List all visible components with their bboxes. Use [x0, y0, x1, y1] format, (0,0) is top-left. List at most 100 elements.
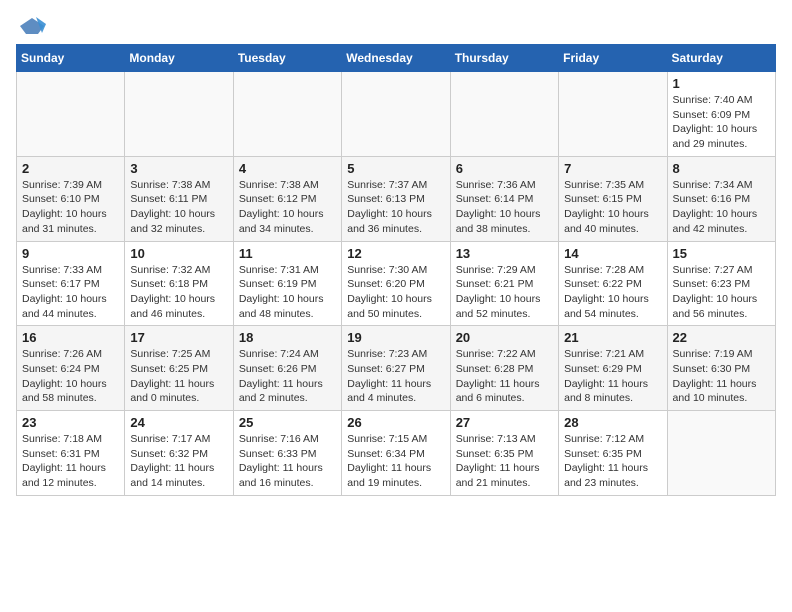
calendar-cell: 8Sunrise: 7:34 AM Sunset: 6:16 PM Daylig…: [667, 156, 775, 241]
day-number: 18: [239, 330, 336, 345]
calendar-cell: 2Sunrise: 7:39 AM Sunset: 6:10 PM Daylig…: [17, 156, 125, 241]
day-info: Sunrise: 7:12 AM Sunset: 6:35 PM Dayligh…: [564, 432, 661, 491]
calendar-cell: 18 Sunrise: 7:24 AM Sunset: 6:26 PM Dayli…: [233, 326, 341, 411]
weekday-header-saturday: Saturday: [667, 45, 775, 72]
calendar-cell: 25Sunrise: 7:16 AM Sunset: 6:33 PM Dayli…: [233, 411, 341, 496]
day-number: 25: [239, 415, 336, 430]
day-number: 10: [130, 246, 227, 261]
day-number: 3: [130, 161, 227, 176]
day-number: 1: [673, 76, 770, 91]
day-info: Sunrise: 7:15 AM Sunset: 6:34 PM Dayligh…: [347, 432, 444, 491]
calendar-week-row: 2Sunrise: 7:39 AM Sunset: 6:10 PM Daylig…: [17, 156, 776, 241]
day-number: 23: [22, 415, 119, 430]
day-info: Sunrise: 7:25 AM Sunset: 6:25 PM Dayligh…: [130, 347, 227, 406]
day-info: Sunrise: 7:37 AM Sunset: 6:13 PM Dayligh…: [347, 178, 444, 237]
calendar-cell: 19 Sunrise: 7:23 AM Sunset: 6:27 PM Dayli…: [342, 326, 450, 411]
day-info: Sunrise: 7:13 AM Sunset: 6:35 PM Dayligh…: [456, 432, 553, 491]
day-info: Sunrise: 7:40 AM Sunset: 6:09 PM Dayligh…: [673, 93, 770, 152]
day-info: Sunrise: 7:28 AM Sunset: 6:22 PM Dayligh…: [564, 263, 661, 322]
day-info: Sunrise: 7:18 AM Sunset: 6:31 PM Dayligh…: [22, 432, 119, 491]
day-number: 19: [347, 330, 444, 345]
calendar-cell: [125, 72, 233, 157]
weekday-header-friday: Friday: [559, 45, 667, 72]
page-header: [16, 16, 776, 36]
calendar-cell: 15 Sunrise: 7:27 AM Sunset: 6:23 PM Dayli…: [667, 241, 775, 326]
day-number: 2: [22, 161, 119, 176]
day-number: 14: [564, 246, 661, 261]
calendar-cell: 28 Sunrise: 7:12 AM Sunset: 6:35 PM Dayli…: [559, 411, 667, 496]
calendar-cell: 20 Sunrise: 7:22 AM Sunset: 6:28 PM Dayli…: [450, 326, 558, 411]
weekday-header-monday: Monday: [125, 45, 233, 72]
weekday-header-wednesday: Wednesday: [342, 45, 450, 72]
day-info: Sunrise: 7:29 AM Sunset: 6:21 PM Dayligh…: [456, 263, 553, 322]
calendar-cell: 6 Sunrise: 7:36 AM Sunset: 6:14 PM Daylig…: [450, 156, 558, 241]
weekday-header-row: SundayMondayTuesdayWednesdayThursdayFrid…: [17, 45, 776, 72]
calendar-cell: [559, 72, 667, 157]
calendar-week-row: 1 Sunrise: 7:40 AM Sunset: 6:09 PM Daylig…: [17, 72, 776, 157]
day-info: Sunrise: 7:17 AM Sunset: 6:32 PM Dayligh…: [130, 432, 227, 491]
calendar-cell: 10 Sunrise: 7:32 AM Sunset: 6:18 PM Dayli…: [125, 241, 233, 326]
day-number: 28: [564, 415, 661, 430]
day-number: 17: [130, 330, 227, 345]
calendar-cell: 17 Sunrise: 7:25 AM Sunset: 6:25 PM Dayli…: [125, 326, 233, 411]
calendar-cell: 24Sunrise: 7:17 AM Sunset: 6:32 PM Dayli…: [125, 411, 233, 496]
calendar-cell: 26 Sunrise: 7:15 AM Sunset: 6:34 PM Dayli…: [342, 411, 450, 496]
day-number: 7: [564, 161, 661, 176]
calendar-cell: 5 Sunrise: 7:37 AM Sunset: 6:13 PM Daylig…: [342, 156, 450, 241]
calendar-cell: [17, 72, 125, 157]
calendar-cell: 21 Sunrise: 7:21 AM Sunset: 6:29 PM Dayli…: [559, 326, 667, 411]
weekday-header-sunday: Sunday: [17, 45, 125, 72]
day-number: 16: [22, 330, 119, 345]
day-info: Sunrise: 7:32 AM Sunset: 6:18 PM Dayligh…: [130, 263, 227, 322]
calendar-cell: 1 Sunrise: 7:40 AM Sunset: 6:09 PM Daylig…: [667, 72, 775, 157]
calendar-cell: 13Sunrise: 7:29 AM Sunset: 6:21 PM Dayli…: [450, 241, 558, 326]
calendar-cell: [233, 72, 341, 157]
calendar-cell: [450, 72, 558, 157]
day-info: Sunrise: 7:21 AM Sunset: 6:29 PM Dayligh…: [564, 347, 661, 406]
calendar-cell: 3 Sunrise: 7:38 AM Sunset: 6:11 PM Daylig…: [125, 156, 233, 241]
day-number: 11: [239, 246, 336, 261]
day-info: Sunrise: 7:23 AM Sunset: 6:27 PM Dayligh…: [347, 347, 444, 406]
calendar-cell: 11 Sunrise: 7:31 AM Sunset: 6:19 PM Dayli…: [233, 241, 341, 326]
day-number: 26: [347, 415, 444, 430]
calendar-cell: 23 Sunrise: 7:18 AM Sunset: 6:31 PM Dayli…: [17, 411, 125, 496]
logo: [16, 16, 46, 36]
day-number: 5: [347, 161, 444, 176]
calendar-cell: 4 Sunrise: 7:38 AM Sunset: 6:12 PM Daylig…: [233, 156, 341, 241]
calendar-cell: [342, 72, 450, 157]
calendar-week-row: 16 Sunrise: 7:26 AM Sunset: 6:24 PM Dayli…: [17, 326, 776, 411]
calendar-cell: 14 Sunrise: 7:28 AM Sunset: 6:22 PM Dayli…: [559, 241, 667, 326]
weekday-header-thursday: Thursday: [450, 45, 558, 72]
calendar-cell: 9 Sunrise: 7:33 AM Sunset: 6:17 PM Daylig…: [17, 241, 125, 326]
calendar-table: SundayMondayTuesdayWednesdayThursdayFrid…: [16, 44, 776, 496]
day-info: Sunrise: 7:26 AM Sunset: 6:24 PM Dayligh…: [22, 347, 119, 406]
day-info: Sunrise: 7:19 AM Sunset: 6:30 PM Dayligh…: [673, 347, 770, 406]
day-info: Sunrise: 7:22 AM Sunset: 6:28 PM Dayligh…: [456, 347, 553, 406]
day-info: Sunrise: 7:30 AM Sunset: 6:20 PM Dayligh…: [347, 263, 444, 322]
day-number: 27: [456, 415, 553, 430]
day-number: 21: [564, 330, 661, 345]
day-number: 9: [22, 246, 119, 261]
calendar-cell: 12 Sunrise: 7:30 AM Sunset: 6:20 PM Dayli…: [342, 241, 450, 326]
weekday-header-tuesday: Tuesday: [233, 45, 341, 72]
day-info: Sunrise: 7:34 AM Sunset: 6:16 PM Dayligh…: [673, 178, 770, 237]
logo-icon: [18, 16, 46, 36]
calendar-week-row: 23 Sunrise: 7:18 AM Sunset: 6:31 PM Dayli…: [17, 411, 776, 496]
calendar-cell: 7Sunrise: 7:35 AM Sunset: 6:15 PM Daylig…: [559, 156, 667, 241]
day-info: Sunrise: 7:27 AM Sunset: 6:23 PM Dayligh…: [673, 263, 770, 322]
day-info: Sunrise: 7:38 AM Sunset: 6:11 PM Dayligh…: [130, 178, 227, 237]
calendar-cell: [667, 411, 775, 496]
day-number: 15: [673, 246, 770, 261]
calendar-cell: 27 Sunrise: 7:13 AM Sunset: 6:35 PM Dayli…: [450, 411, 558, 496]
day-number: 20: [456, 330, 553, 345]
day-info: Sunrise: 7:36 AM Sunset: 6:14 PM Dayligh…: [456, 178, 553, 237]
calendar-cell: 22 Sunrise: 7:19 AM Sunset: 6:30 PM Dayli…: [667, 326, 775, 411]
day-info: Sunrise: 7:38 AM Sunset: 6:12 PM Dayligh…: [239, 178, 336, 237]
day-number: 4: [239, 161, 336, 176]
day-info: Sunrise: 7:31 AM Sunset: 6:19 PM Dayligh…: [239, 263, 336, 322]
day-number: 12: [347, 246, 444, 261]
day-number: 22: [673, 330, 770, 345]
day-number: 6: [456, 161, 553, 176]
day-info: Sunrise: 7:33 AM Sunset: 6:17 PM Dayligh…: [22, 263, 119, 322]
day-info: Sunrise: 7:24 AM Sunset: 6:26 PM Dayligh…: [239, 347, 336, 406]
